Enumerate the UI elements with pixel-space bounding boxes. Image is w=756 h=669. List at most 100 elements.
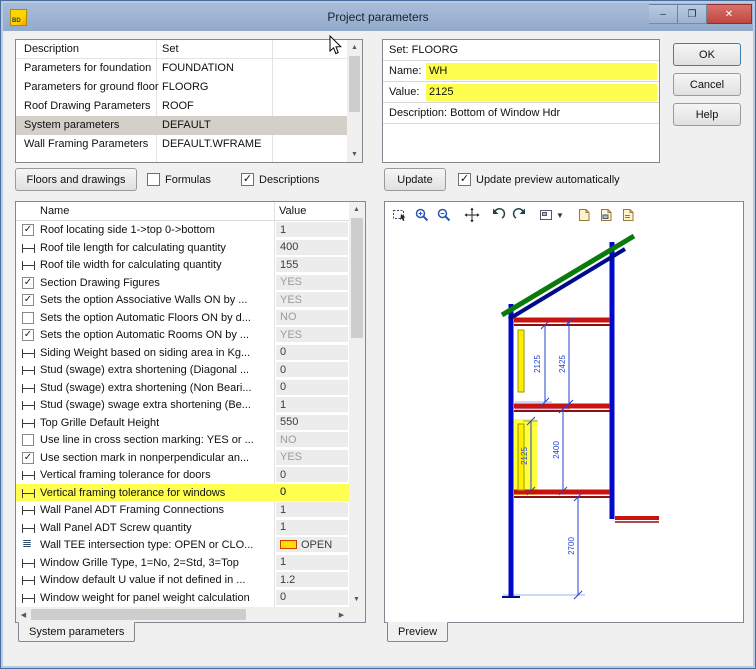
param-value-cell[interactable]: 0 [276,485,348,500]
dropdown-arrow-icon[interactable]: ▼ [556,211,564,220]
formulas-checkbox[interactable]: Formulas [147,173,211,186]
param-value-cell[interactable]: 0 [276,467,348,482]
scroll-up-icon[interactable]: ▲ [349,202,364,217]
param-value-cell[interactable]: 1 [276,502,348,517]
param-value-cell[interactable]: NO [276,310,348,325]
scroll-left-icon[interactable]: ◀ [16,607,31,622]
export-image-icon[interactable] [619,206,638,225]
param-row[interactable]: Vertical framing tolerance for doors0 [16,466,349,484]
update-preview-checkbox[interactable]: ✓ Update preview automatically [458,173,620,186]
help-button[interactable]: Help [673,103,741,126]
floors-and-drawings-button[interactable]: Floors and drawings [15,168,137,191]
descriptions-checkbox[interactable]: ✓ Descriptions [241,173,320,186]
scroll-down-icon[interactable]: ▼ [347,147,362,162]
minimize-button[interactable]: – [649,4,678,24]
scroll-up-icon[interactable]: ▲ [347,40,362,55]
header-set[interactable]: Set [162,43,179,55]
copy-to-clipboard-icon[interactable] [575,206,594,225]
param-row[interactable]: Use line in cross section marking: YES o… [16,431,349,449]
checkbox-checked-icon[interactable]: ✓ [22,277,34,289]
set-table-row[interactable]: Parameters for ground floorFLOORG [16,78,362,97]
param-row[interactable]: ✓Sets the option Associative Walls ON by… [16,291,349,309]
param-value-cell[interactable]: 550 [276,415,348,430]
param-value-cell[interactable]: YES [276,450,348,465]
checkbox-unchecked-icon[interactable] [22,312,34,324]
param-value-cell[interactable]: YES [276,275,348,290]
zoom-out-icon[interactable] [434,206,453,225]
checkbox-checked-icon[interactable]: ✓ [22,294,34,306]
checkbox-checked-icon[interactable]: ✓ [22,452,34,464]
param-row[interactable]: ✓Section Drawing FiguresYES [16,274,349,292]
param-row[interactable]: Siding Weight based on siding area in Kg… [16,344,349,362]
set-table-row[interactable]: Wall Framing ParametersDEFAULT.WFRAME [16,135,362,154]
param-row[interactable]: Wall Panel ADT Screw quantity1 [16,519,349,537]
checkbox-checked-icon[interactable]: ✓ [22,224,34,236]
checkbox-unchecked-icon[interactable] [22,434,34,446]
param-row[interactable]: ✓Sets the option Automatic Rooms ON by .… [16,326,349,344]
param-row[interactable]: Top Grille Default Height550 [16,414,349,432]
param-row[interactable]: Wall Panel ADT Framing Connections1 [16,501,349,519]
param-value-cell[interactable]: 155 [276,257,348,272]
header-value[interactable]: Value [279,205,306,217]
titlebar[interactable]: BD Project parameters – ❐ ✕ [3,3,753,31]
param-value-cell[interactable]: NO [276,432,348,447]
next-view-icon[interactable] [510,206,529,225]
param-value-cell[interactable]: 1 [276,222,348,237]
tab-system-parameters[interactable]: System parameters [18,622,135,642]
param-row[interactable]: Window weight for panel weight calculati… [16,589,349,607]
param-row[interactable]: Stud (swage) swage extra shortening (Be.… [16,396,349,414]
set-table-row[interactable]: Parameters for foundationFOUNDATION [16,59,362,78]
cancel-button[interactable]: Cancel [673,73,741,96]
named-views-icon[interactable] [536,206,555,225]
param-table-vscrollbar[interactable]: ▲ ▼ [349,202,365,607]
param-value-cell[interactable]: YES [276,292,348,307]
param-row[interactable]: Vertical framing tolerance for windows0 [16,484,349,502]
zoom-window-icon[interactable] [390,206,409,225]
close-button[interactable]: ✕ [707,4,752,24]
name-value-field[interactable]: WH [426,63,657,80]
value-value-field[interactable]: 2125 [426,84,657,101]
zoom-in-icon[interactable] [412,206,431,225]
param-row[interactable]: ✓Roof locating side 1->top 0->bottom1 [16,221,349,239]
param-row[interactable]: Window Grille Type, 1=No, 2=Std, 3=Top1 [16,554,349,572]
preview-canvas[interactable]: 2125 2425 2125 2400 2700 [385,228,743,622]
previous-view-icon[interactable] [488,206,507,225]
param-row[interactable]: Roof tile width for calculating quantity… [16,256,349,274]
checkbox-checked-icon[interactable]: ✓ [22,329,34,341]
param-value-cell[interactable]: 1.2 [276,572,348,587]
param-row[interactable]: Stud (swage) extra shortening (Diagonal … [16,361,349,379]
update-button[interactable]: Update [384,168,446,191]
param-value-cell[interactable]: 0 [276,380,348,395]
maximize-button[interactable]: ❐ [678,4,707,24]
scroll-thumb[interactable] [351,218,363,338]
header-name[interactable]: Name [40,205,69,217]
checkbox-unchecked-icon[interactable] [147,173,160,186]
scroll-right-icon[interactable]: ▶ [334,607,349,622]
tab-preview[interactable]: Preview [387,622,448,642]
param-value-cell[interactable]: 0 [276,345,348,360]
param-value-cell[interactable]: 1 [276,397,348,412]
scroll-down-icon[interactable]: ▼ [349,592,364,607]
pan-icon[interactable] [462,206,481,225]
checkbox-checked-icon[interactable]: ✓ [458,173,471,186]
ok-button[interactable]: OK [673,43,741,66]
scroll-thumb[interactable] [349,56,360,112]
checkbox-checked-icon[interactable]: ✓ [241,173,254,186]
param-value-cell[interactable]: 1 [276,555,348,570]
param-row[interactable]: Sets the option Automatic Floors ON by d… [16,309,349,327]
param-row[interactable]: Window default U value if not defined in… [16,571,349,589]
param-value-cell[interactable]: YES [276,327,348,342]
copy-image-icon[interactable] [597,206,616,225]
param-table-hscrollbar[interactable]: ◀ ▶ [16,607,349,622]
set-table-row[interactable]: Roof Drawing ParametersROOF [16,97,362,116]
param-value-cell[interactable]: 0 [276,590,348,605]
param-value-cell[interactable]: OPEN [276,537,348,552]
param-value-cell[interactable]: 0 [276,362,348,377]
param-row[interactable]: ≣Wall TEE intersection type: OPEN or CLO… [16,536,349,554]
param-row[interactable]: ✓Use section mark in nonperpendicular an… [16,449,349,467]
set-table-vscrollbar[interactable]: ▲ ▼ [347,40,362,162]
param-value-cell[interactable]: 400 [276,240,348,255]
header-description[interactable]: Description [24,43,79,55]
param-value-cell[interactable]: 1 [276,520,348,535]
set-table-row[interactable]: System parametersDEFAULT [16,116,362,135]
